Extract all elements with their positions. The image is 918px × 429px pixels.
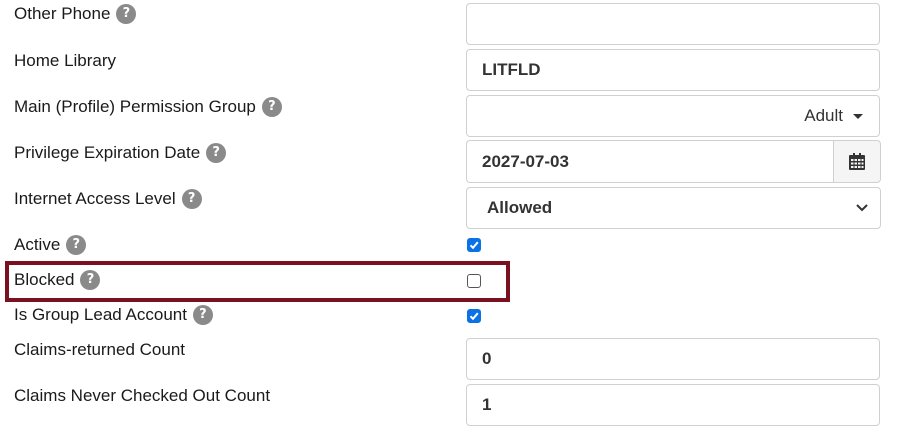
group-lead-label: Is Group Lead Account ? (14, 305, 213, 325)
claims-never-label: Claims Never Checked Out Count (14, 386, 271, 405)
blocked-checkbox[interactable] (467, 274, 481, 288)
active-label: Active ? (14, 235, 87, 255)
group-lead-checkbox[interactable] (467, 309, 481, 323)
privilege-expiration-datepicker: 2027-07-03 (466, 140, 881, 183)
home-library-label: Home Library (14, 51, 117, 70)
permission-group-value: Adult (804, 106, 843, 125)
blocked-label: Blocked ? (14, 270, 101, 290)
help-icon[interactable]: ? (66, 235, 87, 255)
internet-access-value: Allowed (487, 198, 553, 217)
permission-group-label: Main (Profile) Permission Group ? (14, 97, 282, 117)
privilege-expiration-label: Privilege Expiration Date ? (14, 143, 227, 163)
help-icon[interactable]: ? (80, 270, 101, 290)
help-icon[interactable]: ? (206, 143, 227, 163)
claims-returned-label: Claims-returned Count (14, 340, 186, 359)
internet-access-label: Internet Access Level ? (14, 189, 202, 209)
active-checkbox[interactable] (467, 238, 481, 252)
help-icon[interactable]: ? (116, 4, 137, 24)
home-library-input[interactable]: LITFLD (466, 49, 880, 91)
calendar-button[interactable] (833, 140, 881, 183)
claims-never-input[interactable]: 1 (466, 384, 880, 426)
privilege-expiration-input[interactable]: 2027-07-03 (466, 140, 833, 183)
check-icon (469, 241, 479, 250)
calendar-icon (849, 153, 865, 170)
other-phone-label: Other Phone ? (14, 4, 137, 24)
help-icon[interactable]: ? (181, 189, 202, 209)
help-icon[interactable]: ? (261, 97, 282, 117)
claims-returned-input[interactable]: 0 (466, 338, 880, 380)
caret-down-icon (853, 113, 863, 119)
internet-access-select[interactable]: Allowed (466, 187, 881, 229)
other-phone-input[interactable] (466, 3, 880, 45)
check-icon (469, 312, 479, 321)
permission-group-dropdown[interactable]: Adult (466, 95, 880, 137)
chevron-down-icon (856, 204, 868, 212)
help-icon[interactable]: ? (192, 305, 213, 325)
